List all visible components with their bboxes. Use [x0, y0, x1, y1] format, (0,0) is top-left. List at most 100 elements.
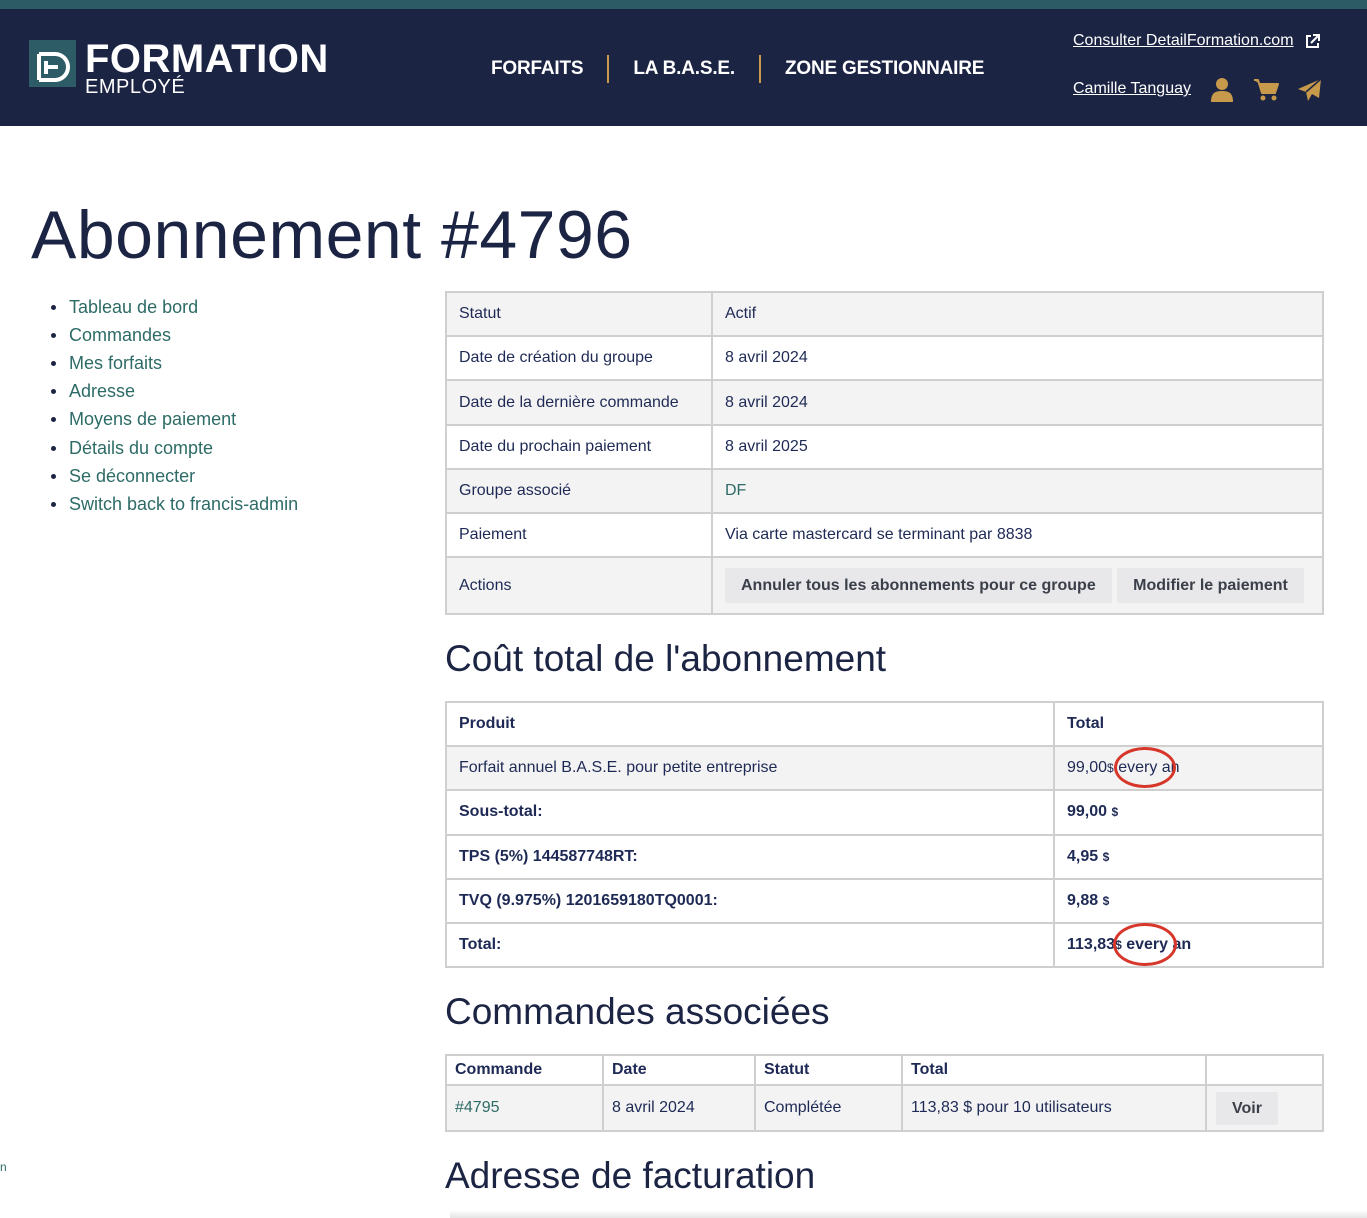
clipped-edge-text: n [0, 1160, 7, 1174]
associated-group-link[interactable]: DF [725, 482, 746, 499]
last-order-date-value: 8 avril 2024 [711, 379, 1324, 426]
column-header-date: Date [602, 1054, 756, 1086]
table-row: Date de création du groupe 8 avril 2024 [445, 335, 1324, 381]
amount: 99,00 [1067, 803, 1108, 821]
cancel-subscriptions-button[interactable]: Annuler tous les abonnements pour ce gro… [725, 568, 1112, 603]
order-status: Complétée [754, 1084, 903, 1132]
sidebar-item-commandes[interactable]: Commandes [51, 321, 298, 349]
nav-separator [758, 55, 761, 83]
column-header-actions [1205, 1054, 1324, 1086]
recurrence: every an [1118, 759, 1180, 777]
currency: $ [1102, 849, 1110, 864]
currency: $ [1115, 938, 1122, 953]
bottom-shadow [450, 1210, 1367, 1218]
account-sidebar: Tableau de bord Commandes Mes forfaits A… [51, 293, 298, 519]
amount: 99,00 [1067, 759, 1108, 777]
site-logo[interactable]: FORMATION EMPLOYÉ [29, 39, 329, 97]
paper-plane-icon[interactable] [1297, 78, 1322, 107]
tps-label: TPS (5%) 144587748RT: [445, 833, 1055, 880]
table-row: TVQ (9.975%) 1201659180TQ0001: 9,88 $ [445, 877, 1324, 924]
tps-amount: 4,95 $ [1053, 833, 1324, 880]
sidebar-item-tableau-de-bord[interactable]: Tableau de bord [51, 293, 298, 321]
status-value: Actif [711, 291, 1324, 337]
user-icon[interactable] [1210, 77, 1234, 108]
row-label: Paiement [445, 512, 713, 558]
column-header-total: Total [1053, 700, 1324, 748]
nav-la-base[interactable]: LA B.A.S.E. [633, 58, 735, 80]
user-name-link[interactable]: Camille Tanguay [1073, 80, 1191, 98]
row-label: Date de création du groupe [445, 335, 713, 381]
table-row: Paiement Via carte mastercard se termina… [445, 512, 1324, 558]
currency: $ [1107, 761, 1114, 776]
orders-heading: Commandes associées [445, 991, 830, 1032]
actions-cell: Annuler tous les abonnements pour ce gro… [711, 556, 1324, 615]
external-site-link[interactable]: Consulter DetailFormation.com [1073, 32, 1294, 50]
next-payment-date-value: 8 avril 2025 [711, 424, 1324, 470]
table-header-row: Produit Total [445, 700, 1324, 748]
order-number-link[interactable]: #4795 [455, 1099, 500, 1116]
order-date: 8 avril 2024 [602, 1084, 756, 1132]
row-label: Statut [445, 291, 713, 337]
row-label: Groupe associé [445, 468, 713, 514]
sidebar-item-mes-forfaits[interactable]: Mes forfaits [51, 349, 298, 377]
view-order-button[interactable]: Voir [1216, 1091, 1278, 1125]
billing-address-heading: Adresse de facturation [445, 1155, 816, 1196]
row-label: Actions [445, 556, 713, 615]
table-row: Forfait annuel B.A.S.E. pour petite entr… [445, 745, 1324, 792]
amount: 113,83 [1067, 936, 1116, 954]
sidebar-item-switch-back[interactable]: Switch back to francis-admin [51, 490, 298, 518]
sidebar-item-adresse[interactable]: Adresse [51, 378, 298, 406]
creation-date-value: 8 avril 2024 [711, 335, 1324, 381]
currency: $ [1111, 805, 1119, 820]
table-row: Actions Annuler tous les abonnements pou… [445, 556, 1324, 615]
external-link-icon[interactable] [1304, 33, 1321, 55]
total-label: Total: [445, 921, 1055, 969]
cart-icon[interactable] [1253, 78, 1280, 107]
cost-heading: Coût total de l'abonnement [445, 638, 887, 679]
nav-zone-gestionnaire[interactable]: ZONE GESTIONNAIRE [785, 58, 984, 80]
tvq-amount: 9,88 $ [1053, 877, 1324, 924]
table-row: Date de la dernière commande 8 avril 202… [445, 379, 1324, 426]
tvq-label: TVQ (9.975%) 1201659180TQ0001: [445, 877, 1055, 924]
sidebar-item-details-du-compte[interactable]: Détails du compte [51, 434, 298, 462]
order-actions-cell: Voir [1205, 1084, 1324, 1132]
main-nav: FORFAITS LA B.A.S.E. ZONE GESTIONNAIRE [491, 55, 984, 83]
column-header-product: Produit [445, 700, 1055, 748]
table-row: Groupe associé DF [445, 468, 1324, 514]
payment-method-value: Via carte mastercard se terminant par 88… [711, 512, 1324, 558]
product-name: Forfait annuel B.A.S.E. pour petite entr… [445, 745, 1055, 792]
amount: 4,95 [1067, 847, 1099, 865]
recurrence: every an [1126, 936, 1192, 954]
sidebar-item-se-deconnecter[interactable]: Se déconnecter [51, 462, 298, 490]
currency: $ [1102, 893, 1110, 908]
page-title: Abonnement #4796 [31, 197, 633, 273]
subscription-details-table: Statut Actif Date de création du groupe … [445, 291, 1324, 615]
table-row: Statut Actif [445, 291, 1324, 337]
row-label: Date de la dernière commande [445, 379, 713, 426]
modify-payment-button[interactable]: Modifier le paiement [1117, 568, 1304, 603]
top-accent-strip [0, 0, 1367, 9]
amount: 9,88 [1067, 891, 1099, 909]
nav-separator [607, 55, 610, 83]
table-row: TPS (5%) 144587748RT: 4,95 $ [445, 833, 1324, 880]
table-row: Total: 113,83$ every an [445, 921, 1324, 969]
cost-table: Produit Total Forfait annuel B.A.S.E. po… [445, 700, 1324, 969]
subtotal-amount: 99,00 $ [1053, 789, 1324, 836]
table-row: Date du prochain paiement 8 avril 2025 [445, 424, 1324, 470]
logo-title: FORMATION [85, 37, 329, 81]
table-header-row: Commande Date Statut Total [445, 1054, 1324, 1086]
orders-table: Commande Date Statut Total #4795 8 avril… [445, 1054, 1324, 1132]
sidebar-item-moyens-de-paiement[interactable]: Moyens de paiement [51, 406, 298, 434]
column-header-total: Total [901, 1054, 1207, 1086]
table-row: #4795 8 avril 2024 Complétée 113,83 $ po… [445, 1084, 1324, 1132]
total-amount: 113,83$ every an [1053, 921, 1324, 969]
table-row: Sous-total: 99,00 $ [445, 789, 1324, 836]
order-total: 113,83 $ pour 10 utilisateurs [901, 1084, 1207, 1132]
associated-group-cell: DF [711, 468, 1324, 514]
nav-forfaits[interactable]: FORFAITS [491, 58, 584, 80]
column-header-order: Commande [445, 1054, 604, 1086]
product-total: 99,00$ every an [1053, 745, 1324, 792]
logo-mark-icon [29, 40, 76, 87]
column-header-status: Statut [754, 1054, 903, 1086]
order-number-cell: #4795 [445, 1084, 604, 1132]
